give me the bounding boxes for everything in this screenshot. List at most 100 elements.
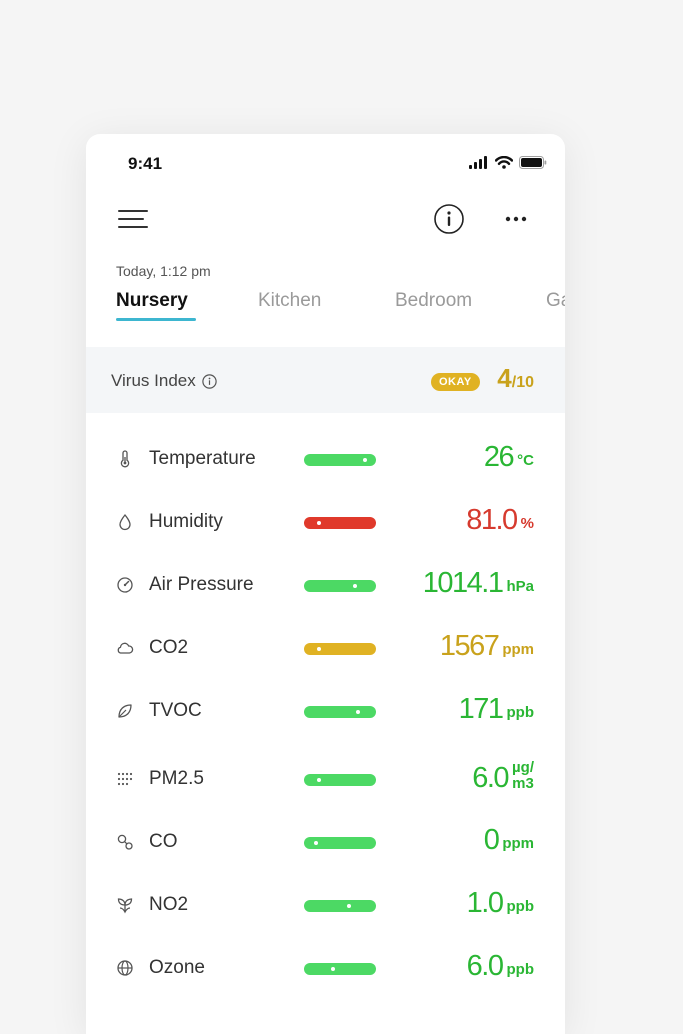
more-options-icon[interactable] <box>504 210 528 228</box>
info-icon[interactable] <box>434 204 464 234</box>
metric-level-marker <box>356 710 360 714</box>
metric-number: 0 <box>483 824 500 856</box>
metric-row-temperature[interactable]: Temperature 26 °C <box>86 440 565 480</box>
metric-row-air-pressure[interactable]: Air Pressure 1014.1 hPa <box>86 566 565 606</box>
particles-icon <box>116 770 134 788</box>
plant-icon <box>116 896 134 914</box>
globe-icon <box>116 959 134 977</box>
metric-unit-top: µg/ <box>512 759 534 776</box>
metric-value: 6.0 µg/m3 <box>472 760 534 795</box>
status-badge: OKAY <box>431 373 480 391</box>
virus-score-value: 4 <box>497 363 512 393</box>
virus-score-max: /10 <box>511 374 534 391</box>
metric-number: 1014.1 <box>422 567 504 599</box>
leaf-icon <box>116 702 134 720</box>
metric-level-marker <box>331 967 335 971</box>
tab-label: Bedroom <box>395 290 473 311</box>
metric-level-marker <box>317 778 321 782</box>
metric-level-marker <box>347 904 351 908</box>
gauge-icon <box>116 576 134 594</box>
metric-level-bar <box>304 900 376 912</box>
metric-level-marker <box>314 841 318 845</box>
metric-row-no2[interactable]: NO2 1.0 ppb <box>86 886 565 926</box>
metric-name: CO2 <box>149 637 189 658</box>
metric-unit: hPa <box>506 578 534 595</box>
droplet-icon <box>116 513 134 531</box>
battery-icon <box>519 156 547 169</box>
metric-row-pm2-5[interactable]: PM2.5 6.0 µg/m3 <box>86 760 565 800</box>
info-small-icon[interactable] <box>202 373 217 389</box>
metric-name: Air Pressure <box>149 574 254 595</box>
metric-unit: % <box>520 515 534 532</box>
metric-name: Ozone <box>149 957 205 978</box>
cloud-icon <box>116 639 134 657</box>
hamburger-menu-icon[interactable] <box>118 208 148 230</box>
metric-number: 1567 <box>439 630 500 662</box>
metric-number: 26 <box>483 441 515 473</box>
metric-level-bar <box>304 837 376 849</box>
metric-unit: ppb <box>506 898 535 915</box>
last-updated-timestamp: Today, 1:12 pm <box>116 263 211 279</box>
metric-level-marker <box>317 647 321 651</box>
metric-level-bar <box>304 774 376 786</box>
metric-level-bar <box>304 454 376 466</box>
metric-value: 26 °C <box>484 440 534 474</box>
virus-index-label: Virus Index <box>111 371 217 391</box>
metric-value: 1567 ppm <box>440 629 534 663</box>
tab-label: Ga <box>546 290 565 311</box>
metric-value: 171 ppb <box>459 692 534 726</box>
metric-level-marker <box>363 458 367 462</box>
metric-value: 0 ppm <box>484 823 534 857</box>
metric-level-bar <box>304 706 376 718</box>
metric-row-co[interactable]: CO 0 ppm <box>86 823 565 863</box>
metric-name: NO2 <box>149 894 189 915</box>
metric-number: 81.0 <box>466 504 518 536</box>
metric-unit: ppb <box>506 704 535 721</box>
virus-index-score: 4/10 <box>497 363 534 394</box>
status-time: 9:41 <box>128 154 163 173</box>
metric-number: 1.0 <box>466 887 504 919</box>
metric-unit: ppm <box>502 641 534 658</box>
top-bar <box>86 204 565 234</box>
metric-name: PM2.5 <box>149 768 204 789</box>
metric-name: CO <box>149 831 178 852</box>
metric-level-bar <box>304 643 376 655</box>
metric-value: 81.0% <box>466 503 534 537</box>
status-bar: 9:41 <box>86 154 565 176</box>
metric-unit: ppm <box>502 835 534 852</box>
thermometer-icon <box>116 450 134 468</box>
metric-name: Humidity <box>149 511 223 532</box>
signal-icon <box>469 156 487 169</box>
metric-level-marker <box>317 521 321 525</box>
metric-value: 1.0 ppb <box>467 886 534 920</box>
tab-label: Kitchen <box>258 290 322 311</box>
wifi-icon <box>495 156 513 169</box>
status-icons <box>469 156 547 169</box>
tab-bedroom[interactable]: Bedroom <box>395 290 472 312</box>
tab-partial[interactable]: Ga <box>546 290 565 312</box>
metric-unit: °C <box>517 452 534 469</box>
metric-name: Temperature <box>149 448 256 469</box>
tab-nursery[interactable]: Nursery <box>116 290 196 321</box>
metric-level-bar <box>304 963 376 975</box>
metric-number: 171 <box>458 693 504 725</box>
virus-index-section[interactable]: Virus Index OKAY 4/10 <box>86 347 565 413</box>
metric-row-ozone[interactable]: Ozone 6.0 ppb <box>86 949 565 989</box>
metric-value: 6.0 ppb <box>467 949 534 983</box>
metric-number: 6.0 <box>466 950 504 982</box>
metric-number: 6.0 <box>472 762 509 794</box>
active-tab-indicator <box>116 318 196 321</box>
metric-level-bar <box>304 517 376 529</box>
metric-unit-bottom: m3 <box>512 775 534 792</box>
metric-row-humidity[interactable]: Humidity 81.0% <box>86 503 565 543</box>
metric-level-marker <box>353 584 357 588</box>
app-screen: 9:41 Today, 1:12 pm Nursery Kitchen Bedr… <box>86 134 565 1034</box>
tab-kitchen[interactable]: Kitchen <box>258 290 321 312</box>
molecule-icon <box>116 833 134 851</box>
metric-row-co2[interactable]: CO2 1567 ppm <box>86 629 565 669</box>
tab-label: Nursery <box>116 290 188 311</box>
metric-unit: ppb <box>506 961 535 978</box>
metric-row-tvoc[interactable]: TVOC 171 ppb <box>86 692 565 732</box>
metric-unit: µg/m3 <box>512 760 534 792</box>
metric-level-bar <box>304 580 376 592</box>
